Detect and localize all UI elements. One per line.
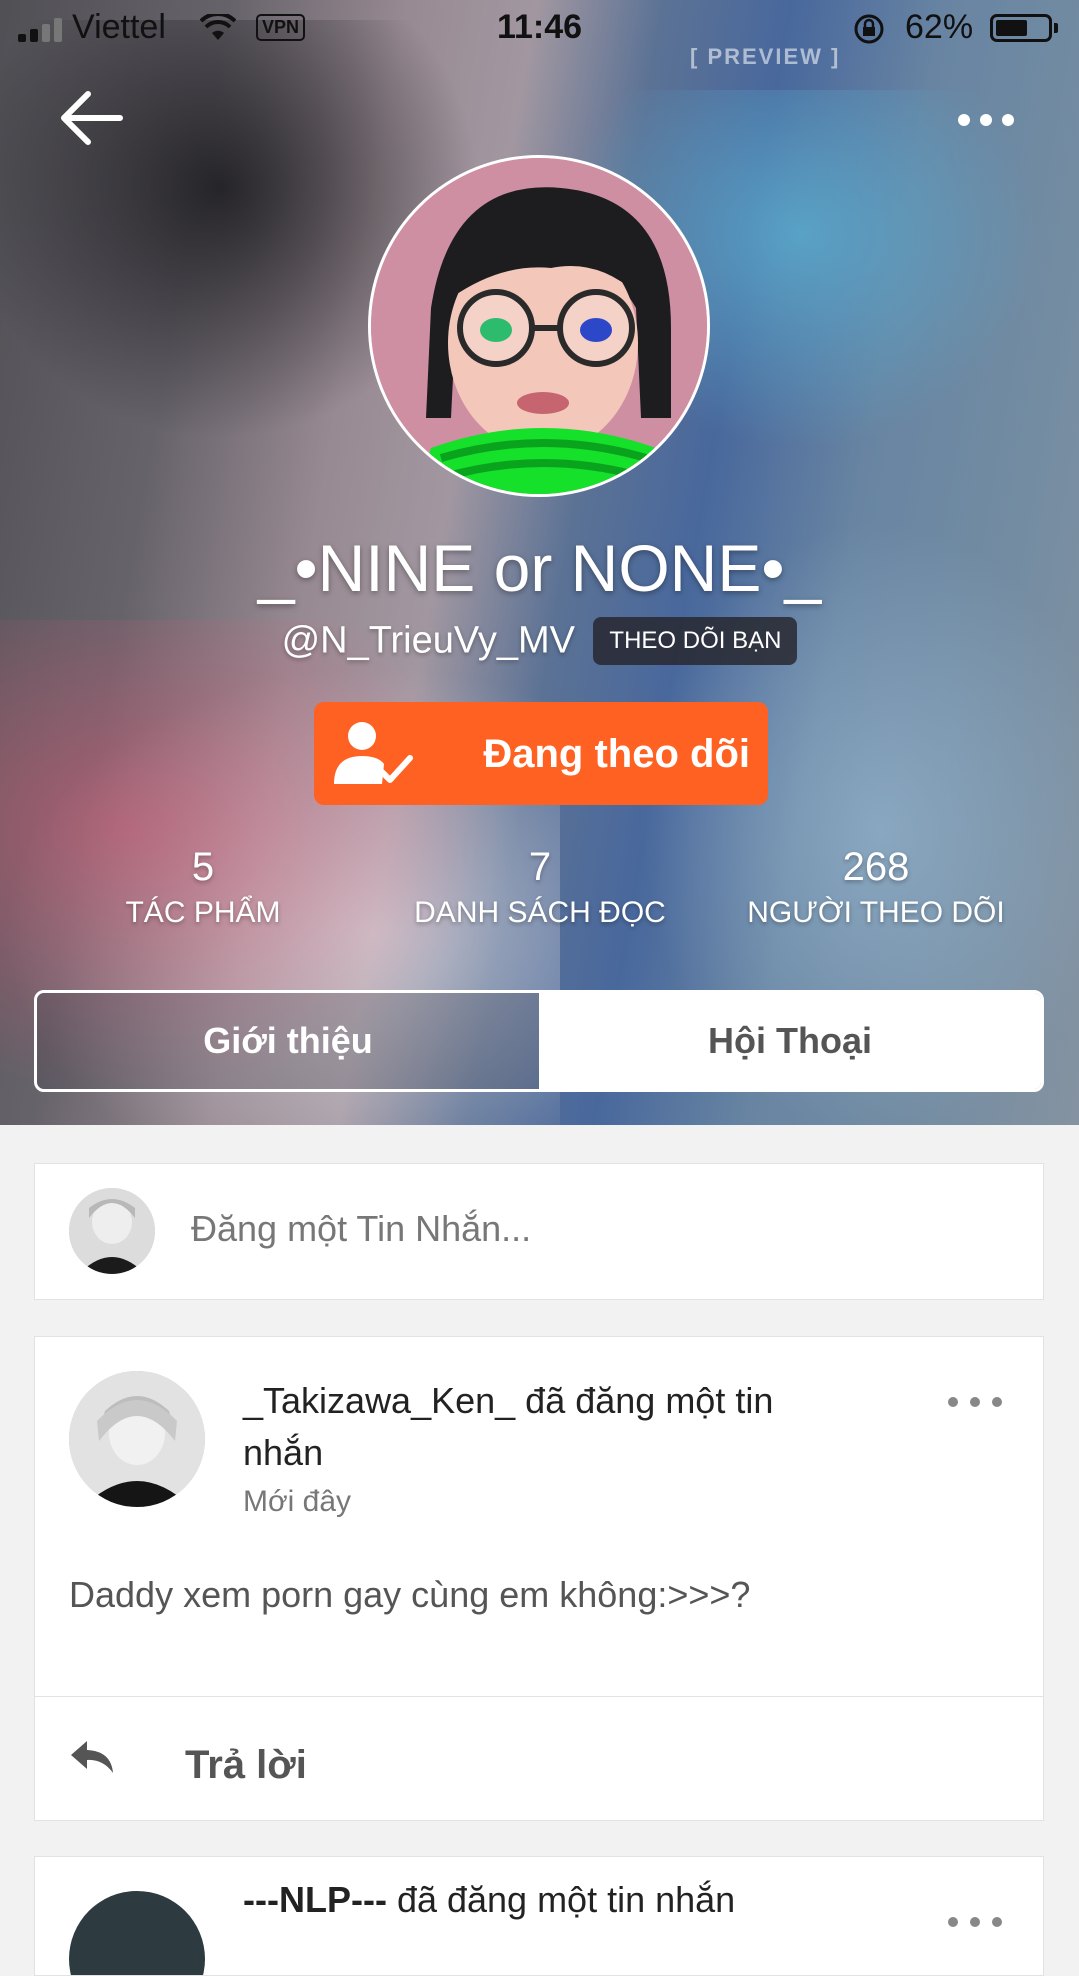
profile-handle: @N_TrieuVy_MV [281,619,575,662]
profile-tabs: Giới thiệu Hội Thoại [34,990,1044,1092]
battery-icon [990,14,1058,42]
post-author-avatar[interactable] [69,1371,205,1507]
avatar-illustration [371,158,707,494]
more-options-icon[interactable] [956,100,1016,140]
handle-row: @N_TrieuVy_MV THEO DÕI BẠN [0,617,1079,665]
battery-fill [996,20,1027,36]
profile-stats: 5 TÁC PHẨM 7 DANH SÁCH ĐỌC 268 NGƯỜI THE… [0,845,1079,945]
reply-arrow-icon [71,1741,113,1773]
follows-you-badge: THEO DÕI BẠN [593,617,798,665]
message-post: _Takizawa_Ken_ đã đăng một tin nhắn Mới … [34,1336,1044,1821]
post-divider [35,1696,1043,1697]
post-headline-suffix: đã đăng một tin nhắn [386,1879,736,1920]
stat-followers[interactable]: 268 NGƯỜI THEO DÕI [706,845,1046,930]
stat-works[interactable]: 5 TÁC PHẨM [33,845,373,930]
my-avatar [69,1188,155,1274]
post-author-name[interactable]: ---NLP--- [243,1879,387,1920]
post-more-icon[interactable] [945,1907,1005,1937]
following-button[interactable]: Đang theo dõi [314,702,768,805]
stat-reading-lists[interactable]: 7 DANH SÁCH ĐỌC [370,845,710,930]
following-button-label: Đang theo dõi [483,732,750,776]
stat-value: 5 [191,845,215,889]
profile-avatar[interactable] [368,155,710,497]
post-message: Daddy xem porn gay cùng em không:>>>? [69,1574,751,1615]
tab-conversation[interactable]: Hội Thoại [539,993,1041,1089]
stat-value: 7 [528,845,552,889]
post-headline: ---NLP--- đã đăng một tin nhắn [243,1879,735,1921]
tab-intro[interactable]: Giới thiệu [37,993,539,1089]
stat-label: DANH SÁCH ĐỌC [414,896,666,929]
message-post: ---NLP--- đã đăng một tin nhắn [34,1856,1044,1976]
reply-button[interactable]: Trả lời [69,1717,369,1807]
stat-value: 268 [842,845,910,889]
back-arrow-icon[interactable] [56,88,126,148]
status-bar: Viettel VPN 11:46 62% [0,0,1079,60]
profile-display-name: _•NINE or NONE•_ [257,531,822,605]
user-check-icon [334,722,413,784]
post-author-avatar[interactable] [69,1891,205,1975]
post-timestamp: Mới đây [243,1485,352,1518]
compose-message-box[interactable]: Đăng một Tin Nhắn... [34,1163,1044,1300]
rotation-lock-icon [854,14,884,44]
battery-percent: 62% [905,8,974,46]
stat-label: TÁC PHẨM [125,896,281,929]
compose-placeholder: Đăng một Tin Nhắn... [191,1208,532,1249]
reply-label: Trả lời [185,1743,307,1787]
stat-label: NGƯỜI THEO DÕI [747,896,1005,929]
post-more-icon[interactable] [945,1387,1005,1417]
post-headline: _Takizawa_Ken_ đã đăng một tin nhắn [243,1380,774,1473]
